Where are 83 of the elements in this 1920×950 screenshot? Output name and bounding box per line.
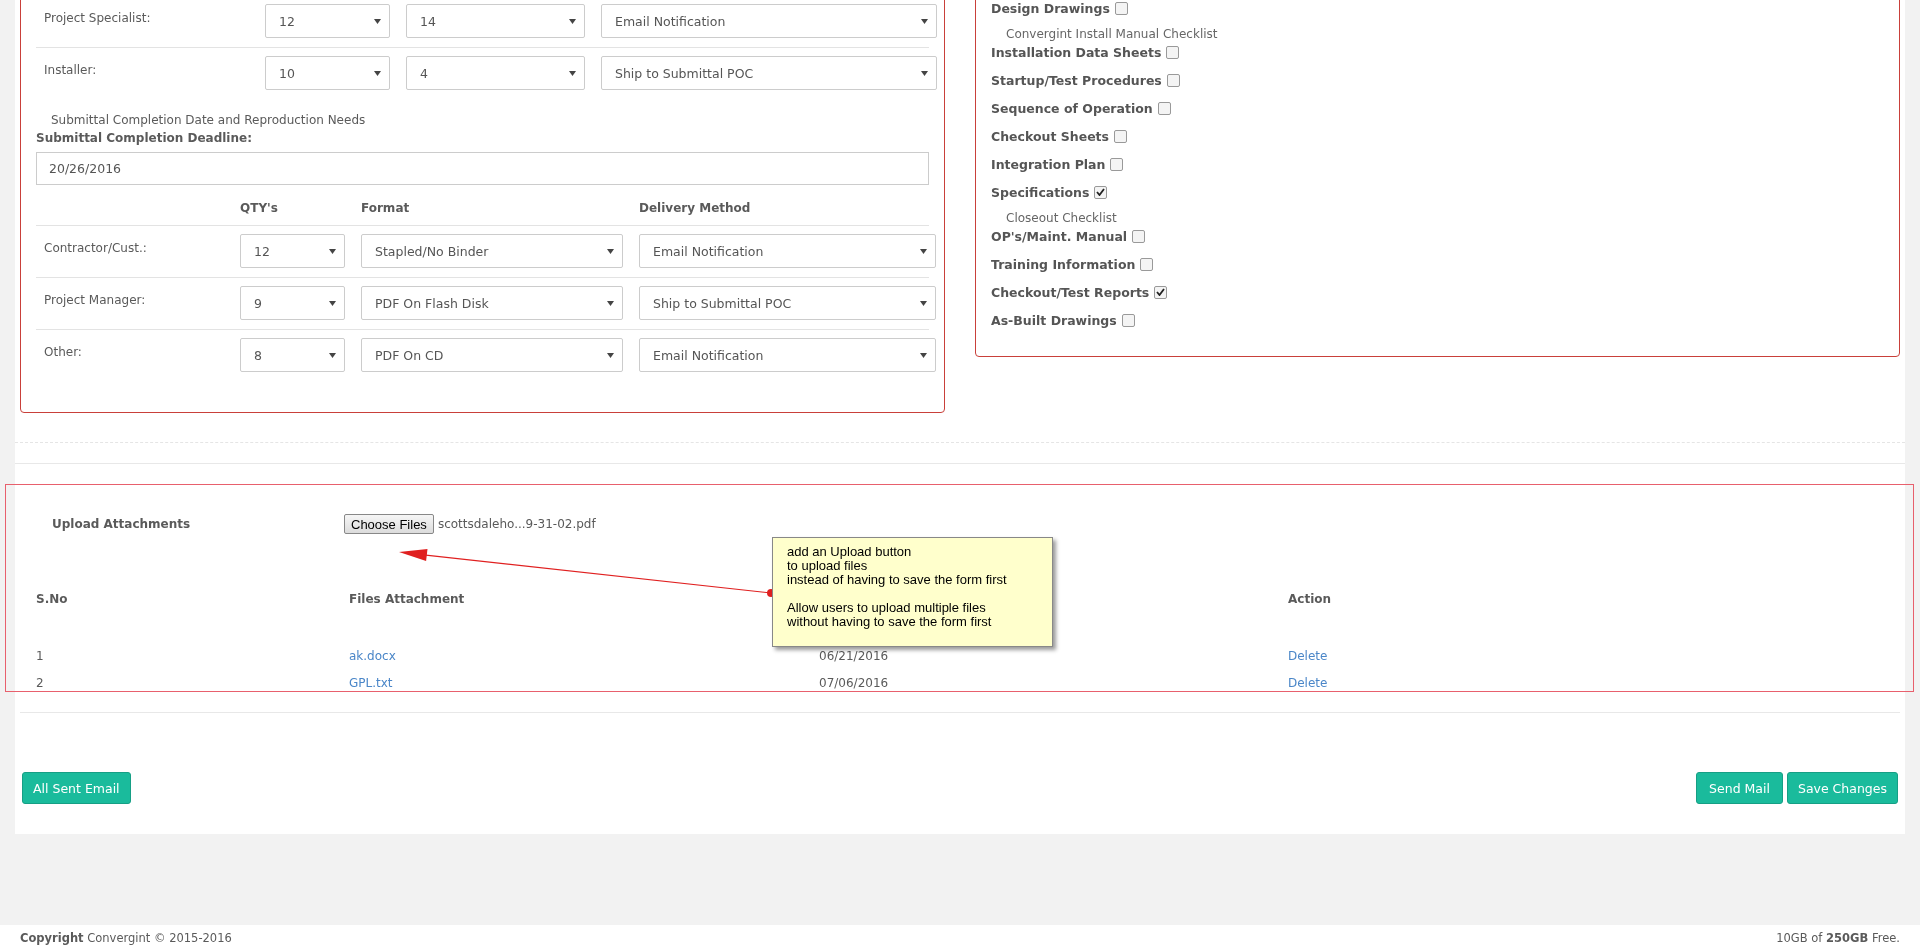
section-title: Submittal Completion Date and Reproduction Needs [51,112,367,129]
checkbox-label: Integration Plan [991,156,1106,172]
caret-icon [921,70,928,76]
dropdown[interactable]: Email Notification [639,234,936,268]
checkbox-label: OP's/Maint. Manual [991,228,1128,244]
caret-icon [329,300,336,306]
caret-icon [607,352,614,358]
dropdown[interactable]: Ship to Submittal POC [639,286,936,320]
checkbox-label: Startup/Test Procedures [991,72,1162,88]
caret-icon [569,18,576,24]
choose-files-button[interactable]: Choose Files [344,514,434,534]
dropdown[interactable]: 8 [240,338,345,372]
date-field[interactable]: 20/26/2016 [36,152,929,185]
caret-icon [920,352,927,358]
checkbox[interactable] [1094,185,1108,199]
checkbox[interactable] [1154,285,1168,299]
table-cell-text: 2 [36,675,45,692]
checkbox[interactable] [1166,45,1180,59]
column-header: Format [361,200,410,217]
checkbox[interactable] [1110,157,1124,171]
row-label: Installer: [43,62,98,79]
checkbox-label: As-Built Drawings [991,312,1117,328]
dropdown[interactable]: PDF On Flash Disk [361,286,623,320]
column-header: Action [1288,591,1332,608]
file-name: scottsdaleho...9-31-02.pdf [437,517,596,531]
table-cell-text: 06/21/2016 [819,648,890,665]
dropdown[interactable]: 12 [265,4,390,38]
field-label: Submittal Completion Deadline: [36,130,253,147]
delete-link[interactable]: Delete [1288,674,1328,692]
checkbox[interactable] [1166,73,1180,87]
storage-text: 10GB of 250GB Free. [1776,930,1900,945]
checkbox-label: Training Information [991,256,1136,272]
checkbox-label: Sequence of Operation [991,100,1153,116]
checkbox-label: Design Drawings [991,0,1110,16]
dropdown[interactable]: Stapled/No Binder [361,234,623,268]
dropdown[interactable]: PDF On CD [361,338,623,372]
caret-icon [569,70,576,76]
checkbox[interactable] [1140,257,1154,271]
checkbox-label: Installation Data Sheets [991,44,1162,60]
dropdown[interactable]: Email Notification [601,4,937,38]
dropdown[interactable]: 14 [406,4,585,38]
dropdown[interactable]: 4 [406,56,585,90]
caret-icon [329,352,336,358]
checklist-heading: Convergint Install Manual Checklist [1006,27,1219,41]
checkbox[interactable] [1132,229,1146,243]
caret-icon [920,300,927,306]
file-link[interactable]: GPL.txt [349,674,393,692]
dropdown[interactable]: 12 [240,234,345,268]
delete-link[interactable]: Delete [1288,647,1328,665]
row-label: Project Specialist: [43,10,152,27]
checkbox-label: Checkout Sheets [991,128,1110,144]
checklist-heading: Closeout Checklist [1006,211,1118,225]
checkbox[interactable] [1114,129,1128,143]
row-label: Other: [43,344,83,361]
column-header: S.No [36,591,68,608]
column-header: Delivery Method [639,200,751,217]
dropdown[interactable]: 10 [265,56,390,90]
table-cell-text: 07/06/2016 [819,675,890,692]
note-text: add an Upload button to upload files instead of having to save the form first [787,545,1008,587]
checkbox-label: Checkout/Test Reports [991,284,1150,300]
caret-icon [329,248,336,254]
caret-icon [920,248,927,254]
checkbox[interactable] [1114,1,1128,15]
file-link[interactable]: ak.docx [349,647,396,665]
row-label: Project Manager: [43,292,147,309]
copyright-text: Copyright Convergint © 2015-2016 [20,930,232,945]
upload-label: Upload Attachments [51,517,192,531]
table-cell-text: 1 [36,648,45,665]
checkbox[interactable] [1157,101,1171,115]
caret-icon [607,248,614,254]
row-label: Contractor/Cust.: [43,240,148,257]
caret-icon [374,18,381,24]
checkbox[interactable] [1121,313,1135,327]
note-text: Allow users to upload multiple files without having to save the form first [787,601,993,629]
dropdown[interactable]: Email Notification [639,338,936,372]
caret-icon [374,70,381,76]
column-header: Files Attachment [349,591,465,608]
caret-icon [921,18,928,24]
caret-icon [607,300,614,306]
dropdown[interactable]: 9 [240,286,345,320]
dropdown[interactable]: Ship to Submittal POC [601,56,937,90]
checkbox-label: Specifications [991,184,1090,200]
column-header: QTY's [240,200,278,217]
